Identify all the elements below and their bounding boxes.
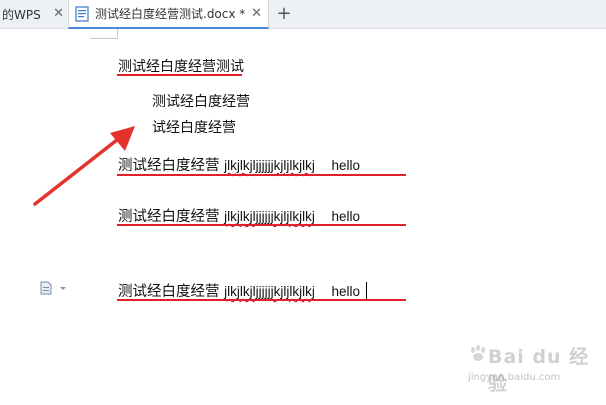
line-chinese-text: 测试经白度经营 [118, 209, 220, 225]
line-chinese-text: 测试经白度经营 [118, 158, 220, 174]
hello-text: hello [331, 284, 360, 299]
red-underline-annotation [117, 74, 242, 76]
red-underline-annotation [117, 174, 406, 176]
misspelled-text: jlkjlkjljjjjjjkjljlkjlkj [224, 284, 315, 299]
close-icon[interactable]: ✕ [251, 6, 262, 21]
document-icon [75, 5, 89, 22]
indented-line[interactable]: 试经白度经营 [152, 117, 236, 137]
tab-active-document[interactable]: 测试经白度经营测试.docx * ✕ [68, 0, 269, 29]
misspelled-text: jlkjlkjljjjjjjkjljlkjlkj [224, 209, 315, 224]
document-line[interactable]: 测试经白度经营 jlkjlkjljjjjjjkjljlkjlkj hello [118, 154, 360, 175]
document-line[interactable]: 测试经白度经营 jlkjlkjljjjjjjkjljlkjlkj hello [118, 205, 360, 226]
text-cursor [365, 282, 367, 299]
document-heading[interactable]: 测试经白度经营测试 [118, 56, 244, 76]
close-icon[interactable]: ✕ [53, 6, 64, 21]
paragraph-options-icon[interactable] [40, 281, 66, 295]
watermark: Bai du 经验 jingyan.baidu.com [468, 342, 592, 395]
line-chinese-text: 测试经白度经营 [118, 284, 220, 300]
watermark-url: jingyan.baidu.com [468, 372, 561, 383]
misspelled-text: jlkjlkjljjjjjjkjljlkjlkj [224, 158, 315, 173]
tab-bar: 的WPS ✕ 测试经白度经营测试.docx * ✕ + [0, 0, 606, 29]
document-line[interactable]: 测试经白度经营 jlkjlkjljjjjjjkjljlkjlkj hello [118, 280, 367, 301]
watermark-logo-text: Bai du 经验 [488, 346, 590, 395]
new-tab-button[interactable]: + [274, 3, 294, 25]
page-margin-mark [90, 29, 118, 39]
tab-label: 测试经白度经营测试.docx * [95, 7, 246, 21]
indented-line[interactable]: 测试经白度经营 [152, 91, 250, 111]
tab-label: 的WPS [2, 8, 41, 22]
red-underline-annotation [117, 299, 406, 301]
tab-prev-document[interactable]: 的WPS ✕ [0, 0, 68, 29]
red-underline-annotation [117, 224, 406, 226]
paw-icon [471, 345, 485, 361]
hello-text: hello [331, 209, 360, 224]
hello-text: hello [331, 158, 360, 173]
